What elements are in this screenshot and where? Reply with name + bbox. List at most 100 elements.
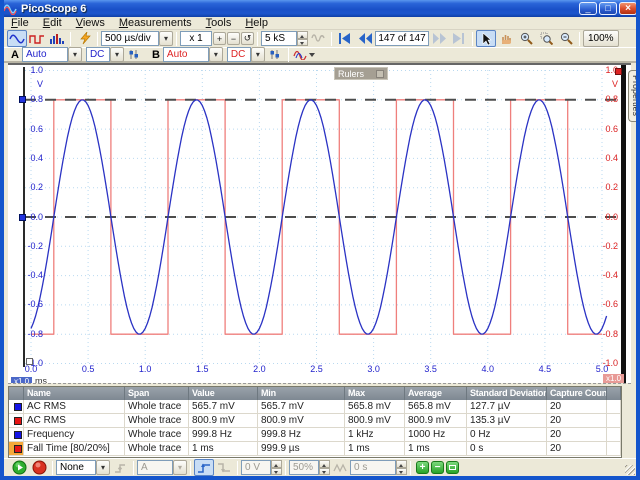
add-measurement-button[interactable]: + [416,461,429,474]
measurement-cell-max[interactable]: 565.8 mV [345,400,405,414]
measurement-cell-min[interactable]: 999.9 µs [258,442,345,456]
measurement-row-swatch[interactable] [9,428,24,442]
channel-a-options-button[interactable] [124,47,144,62]
measurement-cell-average[interactable]: 565.8 mV [405,400,467,414]
timebase-dropdown-arrow-icon[interactable] [159,31,173,46]
buffer-position-field[interactable]: 147 of 147 [375,31,429,46]
measurement-cell-min[interactable]: 565.7 mV [258,400,345,414]
measurement-cell-max[interactable]: 800.9 mV [345,414,405,428]
channel-a-coupling-select[interactable]: DC [85,47,110,62]
math-channels-button[interactable] [292,47,316,62]
measurement-cell-min[interactable]: 999.8 Hz [258,428,345,442]
spectrum-view-button[interactable] [27,30,47,47]
scope-view-button[interactable] [7,30,27,47]
title-bar[interactable]: PicoScope 6 _ □ × [4,0,636,17]
hand-tool-button[interactable] [496,30,516,47]
timebase-select[interactable]: 500 µs/div [101,31,159,46]
rising-edge-button[interactable] [194,459,214,476]
scope-graph[interactable]: 1.0 1.0 0.8 0.8 0.6 0.6 0.4 0.4 0.2 0.2 0.0 0.0 -0.2… [8,63,631,388]
measurement-cell-capture_count[interactable]: 20 [547,414,607,428]
delete-measurement-button[interactable]: − [431,461,444,474]
next-buffer-button[interactable] [429,30,449,47]
rulers-legend[interactable]: Rulers [334,67,388,80]
previous-buffer-button[interactable] [355,30,375,47]
measurement-row-swatch[interactable] [9,400,24,414]
samples-spinner[interactable] [297,31,308,46]
zoom-in-tool-button[interactable] [516,30,536,47]
measurement-cell-span[interactable]: Whole trace [125,428,189,442]
measurement-cell-name[interactable]: Fall Time [80/20%] [24,442,125,456]
spinner-up-icon[interactable] [297,31,308,39]
measurement-row-swatch[interactable] [9,442,24,456]
last-buffer-button[interactable] [449,30,469,47]
spinner-down-icon[interactable] [297,38,308,46]
stop-button[interactable] [29,459,49,476]
zoom-x-field[interactable]: x 1 [180,31,212,46]
start-button[interactable] [9,459,29,476]
measurement-cell-value[interactable]: 565.7 mV [189,400,258,414]
falling-edge-button[interactable] [214,459,234,476]
channel-a-range-select[interactable]: Auto [21,47,68,62]
channel-b-coupling-select[interactable]: DC [226,47,251,62]
signal-generator-button[interactable] [74,30,94,47]
menu-item-file[interactable]: File [4,17,36,30]
maximize-button[interactable]: □ [599,2,617,15]
sample-mode-button[interactable] [308,30,328,47]
measurement-cell-min[interactable]: 800.9 mV [258,414,345,428]
window-zoom-tool-button[interactable] [536,30,556,47]
measurement-row-swatch[interactable] [9,414,24,428]
measurement-cell-name[interactable]: AC RMS [24,414,125,428]
channel-a-ruler-handle-2[interactable] [19,214,26,221]
measurement-cell-max[interactable]: 1 ms [345,442,405,456]
advanced-trigger-button[interactable] [330,459,350,476]
zoom-out-tool-button[interactable] [556,30,576,47]
measurement-cell-value[interactable]: 999.8 Hz [189,428,258,442]
resize-grip[interactable] [625,465,635,475]
zoom-x-plus-button[interactable]: + [213,32,226,45]
trigger-mode-arrow-icon[interactable] [96,460,110,475]
channel-b-ruler-handle[interactable] [615,68,622,75]
channel-a-ruler-handle-1[interactable] [19,96,26,103]
minimize-button[interactable]: _ [579,2,597,15]
measurement-cell-name[interactable]: Frequency [24,428,125,442]
measurement-cell-std_dev[interactable]: 135.3 µV [467,414,547,428]
trigger-marker-button[interactable] [110,459,130,476]
measurement-cell-span[interactable]: Whole trace [125,414,189,428]
properties-tab[interactable]: Properties [628,70,636,122]
measurement-cell-span[interactable]: Whole trace [125,400,189,414]
trigger-mode-select[interactable]: None [56,460,96,475]
measurement-cell-capture_count[interactable]: 20 [547,428,607,442]
measurement-cell-std_dev[interactable]: 0 s [467,442,547,456]
persistence-view-button[interactable] [47,30,67,47]
measurement-cell-span[interactable]: Whole trace [125,442,189,456]
measurement-cell-average[interactable]: 800.9 mV [405,414,467,428]
channel-a-range-arrow-icon[interactable] [67,47,82,62]
channel-b-range-arrow-icon[interactable] [208,47,223,62]
first-buffer-button[interactable] [335,30,355,47]
pointer-tool-button[interactable] [476,30,496,47]
measurement-cell-average[interactable]: 1 ms [405,442,467,456]
measurement-cell-max[interactable]: 1 kHz [345,428,405,442]
measurement-cell-std_dev[interactable]: 127.7 µV [467,400,547,414]
menu-item-tools[interactable]: Tools [199,17,239,30]
menu-item-views[interactable]: Views [69,17,112,30]
measurement-cell-capture_count[interactable]: 20 [547,442,607,456]
menu-item-help[interactable]: Help [238,17,275,30]
measurement-cell-average[interactable]: 1000 Hz [405,428,467,442]
rulers-legend-pin-icon[interactable] [376,69,384,78]
samples-field[interactable]: 5 kS [261,31,297,46]
channel-b-coupling-arrow-icon[interactable] [250,47,265,62]
measurement-cell-value[interactable]: 1 ms [189,442,258,456]
close-button[interactable]: × [619,2,636,15]
time-ruler-handle[interactable] [26,358,33,365]
menu-item-edit[interactable]: Edit [36,17,69,30]
measurement-cell-value[interactable]: 800.9 mV [189,414,258,428]
menu-item-measurements[interactable]: Measurements [112,17,199,30]
zoom-x-reset-button[interactable]: ↺ [241,32,254,45]
channel-b-range-select[interactable]: Auto [162,47,209,62]
measurement-cell-capture_count[interactable]: 20 [547,400,607,414]
zoom-100-button[interactable]: 100% [583,30,619,47]
channel-a-coupling-arrow-icon[interactable] [109,47,124,62]
edit-measurement-button[interactable] [446,461,459,474]
channel-b-options-button[interactable] [265,47,285,62]
